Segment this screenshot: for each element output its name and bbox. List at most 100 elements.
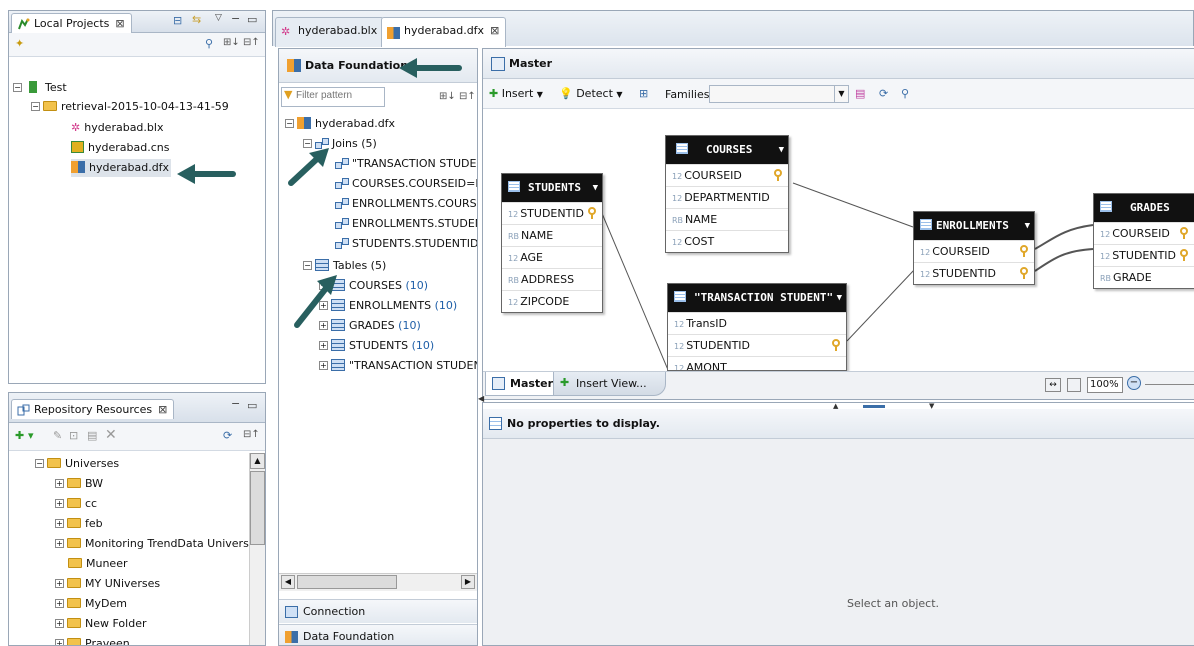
- dropdown-icon[interactable]: ▼: [593, 174, 598, 202]
- families-select[interactable]: ▼: [709, 85, 849, 103]
- scroll-left-icon[interactable]: ◀: [281, 575, 295, 589]
- maximize-icon[interactable]: ▭: [247, 13, 257, 26]
- expand-toggle[interactable]: +: [319, 361, 328, 370]
- fit-width-icon[interactable]: ↔: [1045, 378, 1061, 392]
- tree-node-folder[interactable]: + BW: [55, 475, 103, 493]
- expand-all-icon[interactable]: ⊞↓: [223, 37, 240, 48]
- new-project-icon[interactable]: ✦: [15, 37, 24, 50]
- view-menu-icon[interactable]: ▽: [215, 13, 222, 23]
- close-icon[interactable]: ⊠: [158, 403, 167, 416]
- search-icon[interactable]: ⚲: [205, 37, 213, 50]
- dropdown-icon[interactable]: ▼: [834, 86, 848, 102]
- splitter-grip[interactable]: [863, 405, 885, 408]
- table-courses[interactable]: COURSES ▼ 12 COURSEID 12 DEPARTMENTID RB NAM…: [665, 135, 789, 253]
- column-row[interactable]: 12 AGE: [502, 246, 602, 268]
- collapse-all-icon[interactable]: ⊟: [173, 14, 182, 27]
- collapse-toggle[interactable]: −: [303, 261, 312, 270]
- join-item[interactable]: ENROLLMENTS.STUDENTID: [335, 215, 477, 233]
- tree-node-retrieval[interactable]: − retrieval-2015-10-04-13-41-59: [31, 98, 229, 116]
- column-row[interactable]: 12 COURSEID: [666, 164, 788, 186]
- collapse-left-icon[interactable]: ◀: [478, 394, 484, 403]
- column-row[interactable]: 12 COST: [666, 230, 788, 252]
- table-grades[interactable]: GRADES▼ 12COURSEID 12STUDENTID RBGRADE: [1093, 193, 1194, 289]
- tree-node-folder[interactable]: + cc: [55, 495, 97, 513]
- tree-node-folder[interactable]: Muneer: [68, 555, 128, 573]
- zoom-out-icon[interactable]: −: [1127, 376, 1141, 390]
- dropdown-icon[interactable]: ▼: [1025, 212, 1030, 240]
- refresh-icon[interactable]: ⟳: [879, 87, 888, 100]
- column-row[interactable]: RB GRADE: [1094, 266, 1194, 288]
- close-icon[interactable]: ⊠: [490, 24, 499, 37]
- scrollbar-thumb[interactable]: [250, 471, 265, 545]
- column-row[interactable]: 12 TransID: [668, 312, 846, 334]
- bottom-tab-data-foundation[interactable]: Data Foundation: [279, 624, 477, 645]
- tree-node-blx[interactable]: ✲ hyderabad.blx: [71, 119, 163, 137]
- expand-toggle[interactable]: +: [55, 519, 64, 528]
- tree-node-folder[interactable]: + feb: [55, 515, 103, 533]
- vertical-scrollbar[interactable]: ▲: [249, 453, 265, 645]
- edit-icon[interactable]: ✎: [53, 429, 62, 442]
- tab-hyderabad-blx[interactable]: ✲ hyderabad.blx: [275, 17, 385, 47]
- tree-node-dfx[interactable]: hyderabad.dfx: [71, 159, 172, 177]
- dropdown-icon[interactable]: ▼: [837, 284, 842, 312]
- column-row[interactable]: RB ADDRESS: [502, 268, 602, 290]
- zoom-slider[interactable]: [1145, 384, 1194, 385]
- collapse-all-icon[interactable]: ⊟↑: [459, 91, 476, 102]
- collapse-toggle[interactable]: −: [13, 83, 22, 92]
- expand-toggle[interactable]: +: [55, 499, 64, 508]
- add-icon[interactable]: ✚ ▾: [15, 429, 34, 442]
- dropdown-icon[interactable]: ▼: [779, 136, 784, 164]
- join-item[interactable]: STUDENTS.STUDENTID="T: [335, 235, 477, 253]
- column-row[interactable]: 12 AMONT: [668, 356, 846, 370]
- collapse-toggle[interactable]: −: [285, 119, 294, 128]
- scrollbar-thumb[interactable]: [297, 575, 397, 589]
- column-row[interactable]: 12 COURSEID: [914, 240, 1034, 262]
- fit-page-icon[interactable]: [1067, 378, 1081, 392]
- join-item[interactable]: ENROLLMENTS.COURSEID: [335, 195, 477, 213]
- table-item[interactable]: + "TRANSACTION STUDENT": [319, 357, 477, 375]
- layout-icon[interactable]: ⊞: [639, 87, 648, 100]
- table-transaction-student[interactable]: "TRANSACTION STUDENT" ▼ 12 TransID 12 STUDE…: [667, 283, 847, 371]
- filter-input[interactable]: [295, 90, 380, 101]
- column-row[interactable]: RB NAME: [666, 208, 788, 230]
- tree-node-folder[interactable]: + New Folder: [55, 615, 146, 633]
- minimize-icon[interactable]: −: [231, 397, 240, 410]
- tab-repository-resources[interactable]: Repository Resources ⊠: [11, 399, 175, 419]
- collapse-toggle[interactable]: −: [31, 102, 40, 111]
- expand-toggle[interactable]: +: [55, 599, 64, 608]
- horizontal-scrollbar[interactable]: ◀ ▶: [279, 573, 477, 591]
- column-row[interactable]: 12 COURSEID: [1094, 222, 1194, 244]
- minimize-icon[interactable]: −: [231, 12, 240, 25]
- table-students[interactable]: STUDENTS ▼ 12 STUDENTID RB NAME 12 AGE RB ADD…: [501, 173, 603, 313]
- resource-icon[interactable]: ⊡: [69, 429, 78, 442]
- tree-node-folder[interactable]: + MY UNiverses: [55, 575, 160, 593]
- search-icon[interactable]: ⚲: [901, 87, 909, 100]
- join-item[interactable]: "TRANSACTION STUDENT": [335, 155, 477, 173]
- column-row[interactable]: 12 STUDENTID: [1094, 244, 1194, 266]
- tree-node-dfx-root[interactable]: − hyderabad.dfx: [285, 115, 395, 133]
- column-row[interactable]: 12 ZIPCODE: [502, 290, 602, 312]
- scroll-right-icon[interactable]: ▶: [461, 575, 475, 589]
- collapse-all-icon[interactable]: ⊟↑: [243, 429, 260, 440]
- tab-local-projects[interactable]: Local Projects ⊠: [11, 13, 132, 33]
- column-row[interactable]: 12 STUDENTID: [914, 262, 1034, 284]
- column-row[interactable]: 12 STUDENTID: [502, 202, 602, 224]
- delete-icon[interactable]: ✕: [105, 427, 117, 443]
- tree-node-universes[interactable]: − Universes: [35, 455, 119, 473]
- tree-node-folder[interactable]: + Monitoring TrendData Universes: [55, 535, 261, 553]
- tree-node-test[interactable]: − Test: [13, 79, 67, 97]
- table-enrollments[interactable]: ENROLLMENTS ▼ 12 COURSEID 12 STUDENTID: [913, 211, 1035, 285]
- collapse-toggle[interactable]: −: [35, 459, 44, 468]
- family-color-icon[interactable]: ▤: [855, 87, 865, 100]
- scroll-up-icon[interactable]: ▲: [250, 453, 265, 469]
- column-row[interactable]: RB NAME: [502, 224, 602, 246]
- properties-icon[interactable]: ▤: [87, 429, 97, 442]
- filter-field[interactable]: ▼: [281, 87, 385, 107]
- table-item[interactable]: + STUDENTS (10): [319, 337, 434, 355]
- expand-toggle[interactable]: +: [319, 341, 328, 350]
- expand-toggle[interactable]: +: [55, 619, 64, 628]
- close-icon[interactable]: ⊠: [115, 17, 124, 30]
- expand-all-icon[interactable]: ⊞↓: [439, 91, 456, 102]
- column-row[interactable]: 12 STUDENTID: [668, 334, 846, 356]
- collapse-all-icon-2[interactable]: ⊟↑: [243, 37, 260, 48]
